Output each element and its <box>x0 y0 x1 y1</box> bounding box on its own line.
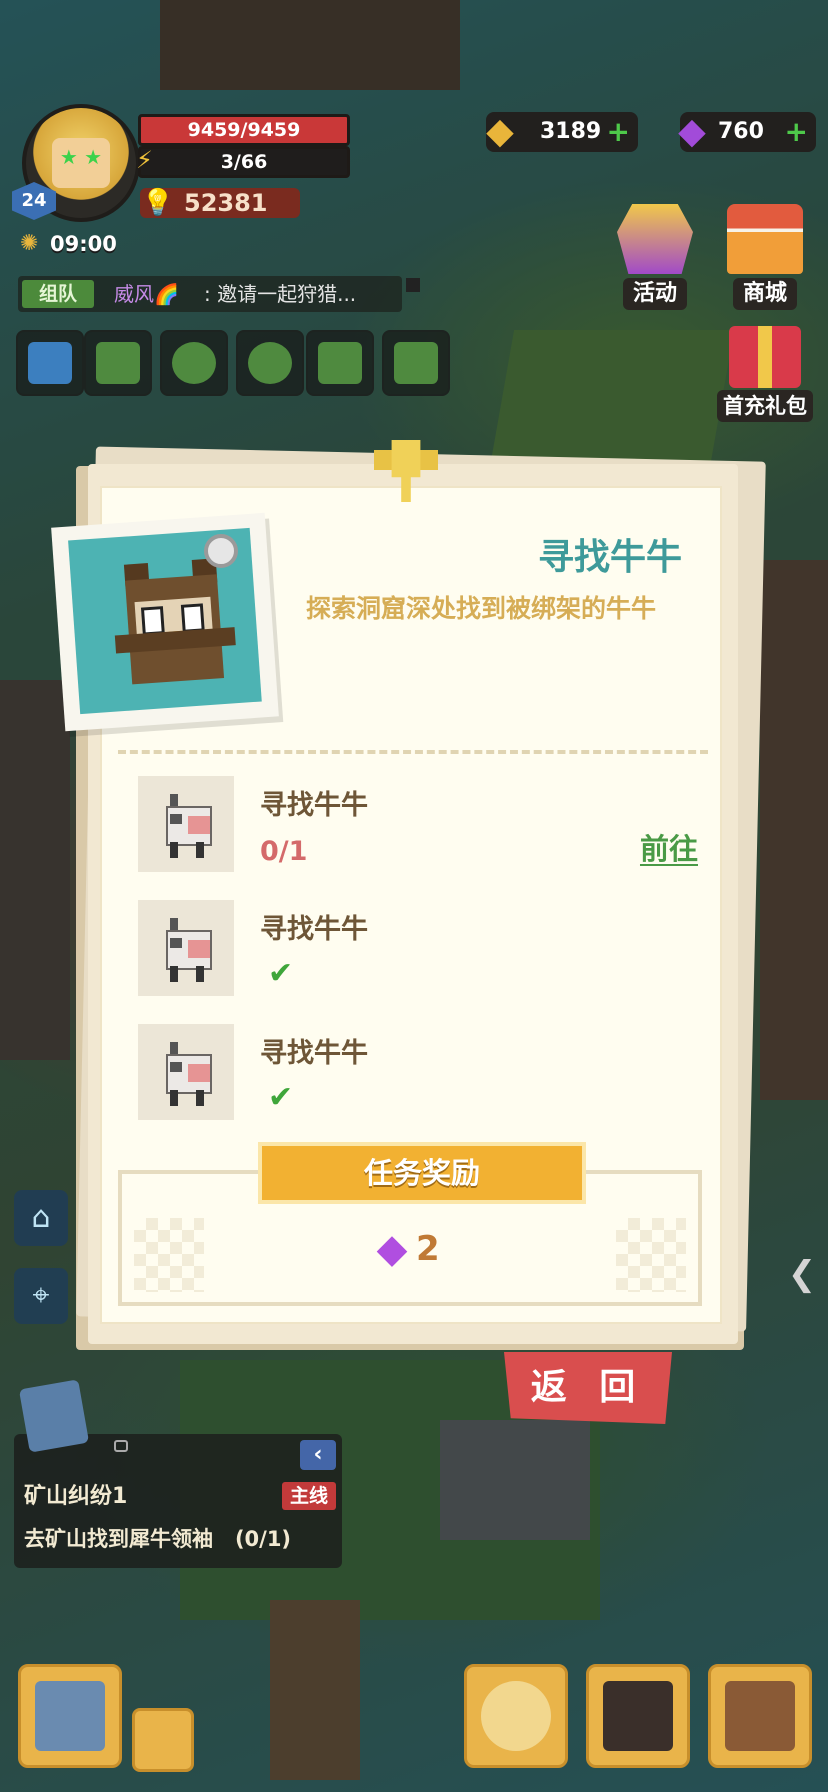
reward-title-banner: 任务奖励 <box>258 1142 586 1204</box>
gold-amount: 3189 <box>540 119 602 144</box>
star-glasses-icon: ★ ★ <box>59 145 103 169</box>
go-to-task-link[interactable]: 前往 <box>640 830 698 868</box>
clipboard-icon <box>394 342 438 384</box>
back-button[interactable]: 返 回 <box>504 1352 672 1424</box>
task-progress: 0/1 <box>260 836 308 867</box>
task-thumbnail <box>138 776 234 872</box>
chat-expand-icon[interactable] <box>406 278 420 292</box>
checkmark-icon: ✔ <box>268 1080 294 1115</box>
hero-head-icon <box>481 1681 551 1751</box>
backpack-icon <box>725 1681 795 1751</box>
location-pin-icon: ⌖ <box>32 1278 50 1313</box>
gem-icon: ◆ <box>678 111 706 152</box>
gem-icon: ◆ <box>376 1226 408 1272</box>
quest-scroll-icon[interactable] <box>18 1379 90 1453</box>
speech-bubble-icon <box>248 342 292 384</box>
first-recharge-label: 首充礼包 <box>717 390 813 422</box>
chat-message: : 邀请一起狩猎... <box>204 282 357 306</box>
task-name: 寻找牛牛 <box>260 1038 368 1069</box>
gem-amount: 760 <box>718 119 764 144</box>
map-button[interactable] <box>306 330 374 396</box>
backpack-button[interactable] <box>708 1664 812 1768</box>
checker-decoration <box>134 1218 204 1292</box>
quest-type-tag: 主线 <box>282 1482 337 1510</box>
fullscreen-button[interactable] <box>16 330 84 396</box>
dashed-divider <box>118 750 708 754</box>
hp-bar: 9459/9459 <box>138 114 350 146</box>
store-button[interactable]: 商城 <box>720 204 810 310</box>
mail-icon <box>96 342 140 384</box>
task-row: 寻找牛牛 0/1 前往 <box>138 776 698 876</box>
hero-button[interactable] <box>464 1664 568 1768</box>
gold-coin-icon: ◆ <box>486 111 514 152</box>
home-icon: ⌂ <box>31 1200 51 1235</box>
cow-icon <box>160 912 216 984</box>
expand-arrows-icon <box>28 342 72 384</box>
quest-progress: (0/1) <box>234 1527 292 1551</box>
add-gems-button[interactable]: + <box>785 112 808 152</box>
first-recharge-button[interactable]: 首充礼包 <box>710 326 820 422</box>
activity-label: 活动 <box>622 278 687 310</box>
collapse-arrow-icon[interactable]: ‹ <box>300 1440 336 1470</box>
quest-board-button[interactable] <box>382 330 450 396</box>
cow-icon <box>160 1036 216 1108</box>
quest-objective: 去矿山找到犀牛领袖 <box>24 1527 213 1551</box>
cow-icon <box>160 788 216 860</box>
friends-icon <box>172 342 216 384</box>
power-icon: 💡 <box>141 188 175 218</box>
activity-button[interactable]: 活动 <box>610 204 700 310</box>
task-name: 寻找牛牛 <box>260 914 368 945</box>
quest-tab-icon <box>114 1440 128 1452</box>
mail-button[interactable] <box>84 330 152 396</box>
activity-chest-icon <box>617 204 693 274</box>
pets-icon <box>603 1681 673 1751</box>
task-thumbnail <box>138 1024 234 1120</box>
pets-button[interactable] <box>586 1664 690 1768</box>
map-pin-icon <box>318 342 362 384</box>
portrait-pin-icon <box>204 534 238 568</box>
reward-count: 2 <box>416 1229 440 1269</box>
craft-button[interactable] <box>132 1708 194 1772</box>
task-row: 寻找牛牛 ✔ <box>138 1024 698 1124</box>
energy-bar: 3/66 <box>138 146 350 178</box>
sun-clock-icon: ✺ <box>20 231 39 256</box>
task-title: 寻找牛牛 <box>537 537 682 578</box>
friends-button[interactable] <box>160 330 228 396</box>
build-hammer-button[interactable] <box>18 1664 122 1768</box>
npc-portrait <box>51 512 279 732</box>
chat-ticker[interactable]: 组队 威风🌈 : 邀请一起狩猎... <box>18 276 420 312</box>
task-name: 寻找牛牛 <box>260 790 368 821</box>
home-button[interactable]: ⌂ <box>14 1190 68 1246</box>
task-row: 寻找牛牛 ✔ <box>138 900 698 1000</box>
quest-description: 去矿山找到犀牛领袖 (0/1) <box>24 1524 291 1554</box>
lightning-icon: ⚡ <box>136 146 153 174</box>
task-description: 探索洞窟深处找到被绑架的牛牛 <box>306 594 657 623</box>
task-thumbnail <box>138 900 234 996</box>
hammer-icon <box>35 1681 105 1751</box>
checkmark-icon: ✔ <box>268 956 294 991</box>
quest-name: 矿山纠纷1 <box>24 1484 128 1509</box>
game-time: 09:00 <box>50 232 117 256</box>
chat-button[interactable] <box>236 330 304 396</box>
chat-channel-tag: 组队 <box>22 280 94 308</box>
expand-right-arrow-icon[interactable]: ❮ <box>780 1250 824 1298</box>
gift-box-icon <box>729 326 801 388</box>
chat-sender: 威风🌈 <box>114 282 179 306</box>
quest-tracker[interactable]: ‹ 矿山纠纷1 主线 去矿山找到犀牛领袖 (0/1) <box>14 1434 342 1568</box>
checker-decoration <box>616 1218 686 1292</box>
add-gold-button[interactable]: + <box>607 112 630 152</box>
store-icon <box>727 204 803 274</box>
owl-npc-icon <box>110 557 239 695</box>
store-label: 商城 <box>732 278 797 310</box>
location-button[interactable]: ⌖ <box>14 1268 68 1324</box>
